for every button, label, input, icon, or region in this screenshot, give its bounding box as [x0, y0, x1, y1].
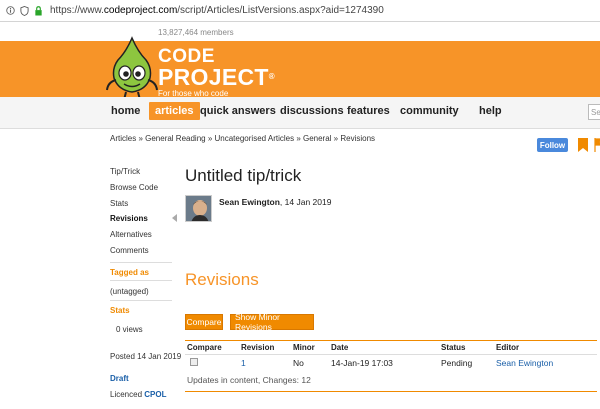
- sidebar-divider: [110, 262, 172, 263]
- nav-help[interactable]: help: [479, 105, 502, 117]
- sidebar-divider: [110, 280, 172, 281]
- compare-checkbox[interactable]: [190, 358, 198, 366]
- flag-icon[interactable]: [594, 137, 600, 153]
- revisions-heading: Revisions: [185, 270, 259, 289]
- site-logo[interactable]: CODE PROJECT® For those who code: [158, 47, 275, 98]
- sidebar-item-stats[interactable]: Stats: [110, 199, 128, 208]
- nav-features[interactable]: features: [347, 105, 390, 117]
- url-text[interactable]: https://www.codeproject.com/script/Artic…: [50, 5, 384, 16]
- address-bar[interactable]: https://www.codeproject.com/script/Artic…: [0, 0, 600, 22]
- table-bottom-rule: [185, 391, 597, 392]
- ribbon-icon[interactable]: [576, 137, 590, 153]
- show-minor-revisions-button[interactable]: Show Minor Revisions: [230, 312, 314, 332]
- column-header-revision: Revision: [241, 343, 275, 352]
- revision-status: Pending: [441, 358, 473, 368]
- main-nav: home articles quick answers discussions …: [0, 97, 600, 129]
- licence-info: Licenced CPOL: [110, 390, 167, 399]
- site-banner: [0, 41, 600, 97]
- sidebar-item-tip-trick[interactable]: Tip/Trick: [110, 167, 140, 176]
- column-header-editor: Editor: [496, 343, 520, 352]
- info-icon[interactable]: [6, 6, 15, 15]
- lock-icon: [34, 5, 43, 16]
- bob-mascot-icon[interactable]: [104, 36, 160, 102]
- nav-quick-answers[interactable]: quick answers: [200, 105, 276, 117]
- tagged-as-heading: Tagged as: [110, 268, 149, 277]
- stats-heading: Stats: [110, 306, 130, 315]
- avatar[interactable]: [185, 195, 212, 222]
- active-pointer-icon: [172, 214, 177, 222]
- revision-date: 14-Jan-19 17:03: [331, 358, 393, 368]
- column-header-status: Status: [441, 343, 466, 352]
- author-name[interactable]: Sean Ewington: [219, 197, 280, 207]
- sidebar-item-alternatives[interactable]: Alternatives: [110, 230, 152, 239]
- column-header-compare: Compare: [187, 343, 222, 352]
- tagged-value: (untagged): [110, 287, 149, 296]
- licence-link[interactable]: CPOL: [144, 390, 166, 399]
- nav-articles[interactable]: articles: [149, 102, 200, 120]
- search-input[interactable]: Se: [588, 104, 600, 120]
- column-header-minor: Minor: [293, 343, 315, 352]
- column-header-date: Date: [331, 343, 349, 352]
- page-title: Untitled tip/trick: [185, 166, 302, 185]
- table-top-rule: [185, 340, 597, 341]
- nav-discussions[interactable]: discussions: [280, 105, 344, 117]
- minor-value: No: [293, 358, 304, 368]
- breadcrumb[interactable]: Articles » General Reading » Uncategoris…: [110, 134, 375, 143]
- nav-community[interactable]: community: [400, 105, 459, 117]
- sidebar-item-revisions[interactable]: Revisions: [110, 214, 148, 223]
- compare-button[interactable]: Compare: [185, 314, 223, 330]
- logo-project-text: PROJECT®: [158, 64, 275, 90]
- member-count-bar: 13,827,464 members: [0, 22, 600, 42]
- sidebar-item-browse-code[interactable]: Browse Code: [110, 183, 158, 192]
- editor-link[interactable]: Sean Ewington: [496, 358, 553, 368]
- revision-number-link[interactable]: 1: [241, 358, 246, 368]
- sidebar-item-comments[interactable]: Comments: [110, 246, 149, 255]
- nav-home[interactable]: home: [111, 105, 140, 117]
- member-count: 13,827,464 members: [158, 28, 234, 37]
- views-count: 0 views: [116, 325, 143, 334]
- sidebar-divider: [110, 300, 172, 301]
- updates-note: Updates in content, Changes: 12: [187, 375, 311, 385]
- shield-icon[interactable]: [20, 5, 29, 16]
- follow-button[interactable]: Follow: [537, 138, 568, 152]
- author-line: Sean Ewington, 14 Jan 2019: [219, 197, 332, 207]
- draft-status: Draft: [110, 374, 129, 383]
- table-header-rule: [185, 354, 597, 355]
- posted-date: Posted 14 Jan 2019: [110, 352, 182, 361]
